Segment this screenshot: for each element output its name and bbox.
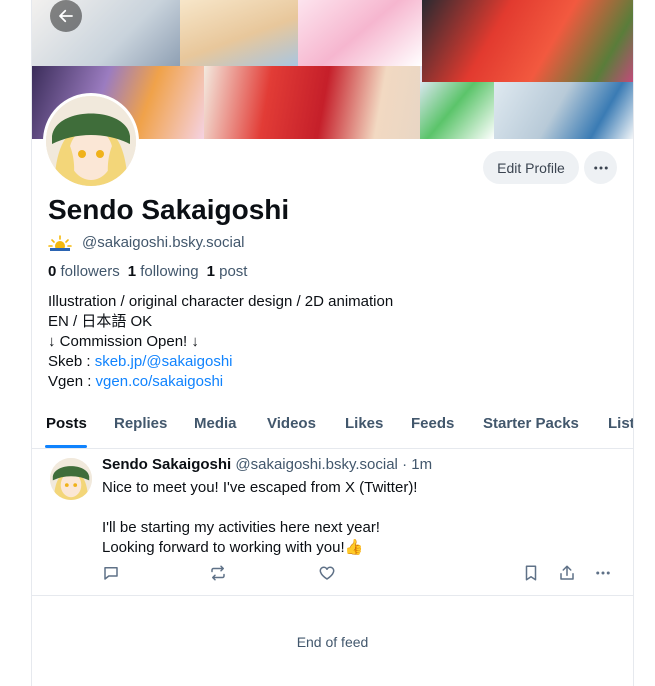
like-button[interactable] xyxy=(317,563,337,583)
profile-tabs: Posts Replies Media Videos Likes Feeds S… xyxy=(32,404,633,449)
bio-line-skeb: Skeb : skeb.jp/@sakaigoshi xyxy=(48,352,393,372)
following-stat[interactable]: 1 following xyxy=(128,263,199,280)
reply-button[interactable] xyxy=(101,563,121,583)
followers-stat[interactable]: 0 followers xyxy=(48,263,120,280)
profile-more-button[interactable] xyxy=(584,151,617,184)
back-arrow-icon xyxy=(59,9,73,23)
avatar-image xyxy=(46,96,136,186)
tab-starter-packs[interactable]: Starter Packs xyxy=(483,415,579,432)
banner-art-tile xyxy=(422,0,633,82)
profile-stats: 0 followers 1 following 1 post xyxy=(48,263,247,280)
post-author-avatar[interactable] xyxy=(50,458,92,500)
back-button[interactable] xyxy=(50,0,82,32)
posts-count: 1 xyxy=(206,263,215,280)
share-button[interactable] xyxy=(557,563,577,583)
post-text: Nice to meet you! I've escaped from X (T… xyxy=(102,479,418,556)
active-tab-indicator xyxy=(45,445,87,448)
tab-replies[interactable]: Replies xyxy=(114,415,167,432)
vgen-label: Vgen : xyxy=(48,373,96,390)
banner-art-tile xyxy=(204,66,420,139)
banner-art-tile xyxy=(180,0,298,66)
profile-avatar[interactable] xyxy=(43,93,139,189)
tab-media[interactable]: Media xyxy=(194,415,237,432)
bio-line-vgen: Vgen : vgen.co/sakaigoshi xyxy=(48,372,393,392)
skeb-label: Skeb : xyxy=(48,353,95,370)
tab-feeds[interactable]: Feeds xyxy=(411,415,454,432)
post-author-handle[interactable]: @sakaigoshi.bsky.social xyxy=(235,456,398,473)
repost-icon xyxy=(211,565,225,581)
bookmark-icon xyxy=(525,565,537,581)
banner-art-tile xyxy=(420,82,494,139)
banner-art-tile xyxy=(494,82,633,139)
more-horizontal-icon xyxy=(593,166,608,169)
vgen-link[interactable]: vgen.co/sakaigoshi xyxy=(96,373,224,390)
tab-likes[interactable]: Likes xyxy=(345,415,383,432)
tab-videos[interactable]: Videos xyxy=(267,415,316,432)
repost-button[interactable] xyxy=(208,563,228,583)
following-count: 1 xyxy=(127,263,137,280)
followers-label: followers xyxy=(60,263,120,280)
profile-bio: Illustration / original character design… xyxy=(48,292,393,392)
bio-line: EN / 日本語 OK xyxy=(48,313,153,330)
post-timestamp[interactable]: · 1m xyxy=(402,456,432,473)
reply-icon xyxy=(104,567,118,580)
sun-cloud-emoji-icon xyxy=(48,234,72,251)
skeb-link[interactable]: skeb.jp/@sakaigoshi xyxy=(95,353,233,370)
post-more-button[interactable] xyxy=(593,563,613,583)
share-icon xyxy=(560,565,574,580)
post-header: Sendo Sakaigoshi @sakaigoshi.bsky.social… xyxy=(102,456,432,473)
like-icon xyxy=(319,566,335,580)
end-of-feed-label: End of feed xyxy=(296,634,369,650)
bookmark-button[interactable] xyxy=(521,563,541,583)
profile-display-name: Sendo Sakaigoshi xyxy=(48,194,290,225)
profile-column: Edit Profile Sendo Sakaigoshi @sakaigosh… xyxy=(31,0,634,686)
banner-art-tile xyxy=(298,0,422,66)
feed-post[interactable]: Sendo Sakaigoshi @sakaigoshi.bsky.social… xyxy=(32,449,633,596)
following-label: following xyxy=(140,263,199,280)
profile-handle-row: @sakaigoshi.bsky.social xyxy=(48,234,245,251)
bio-line: ↓ Commission Open! ↓ xyxy=(48,333,199,350)
posts-stat: 1 post xyxy=(207,263,248,280)
posts-label: post xyxy=(219,263,248,280)
more-horizontal-icon xyxy=(596,571,610,575)
tab-lists[interactable]: Lists xyxy=(608,415,633,432)
edit-profile-button[interactable]: Edit Profile xyxy=(483,151,579,184)
followers-count: 0 xyxy=(48,263,57,280)
profile-handle: @sakaigoshi.bsky.social xyxy=(82,234,245,251)
avatar-image xyxy=(50,458,92,500)
post-author-name[interactable]: Sendo Sakaigoshi xyxy=(102,456,231,473)
tab-posts[interactable]: Posts xyxy=(46,415,87,432)
bio-line: Illustration / original character design… xyxy=(48,293,394,310)
